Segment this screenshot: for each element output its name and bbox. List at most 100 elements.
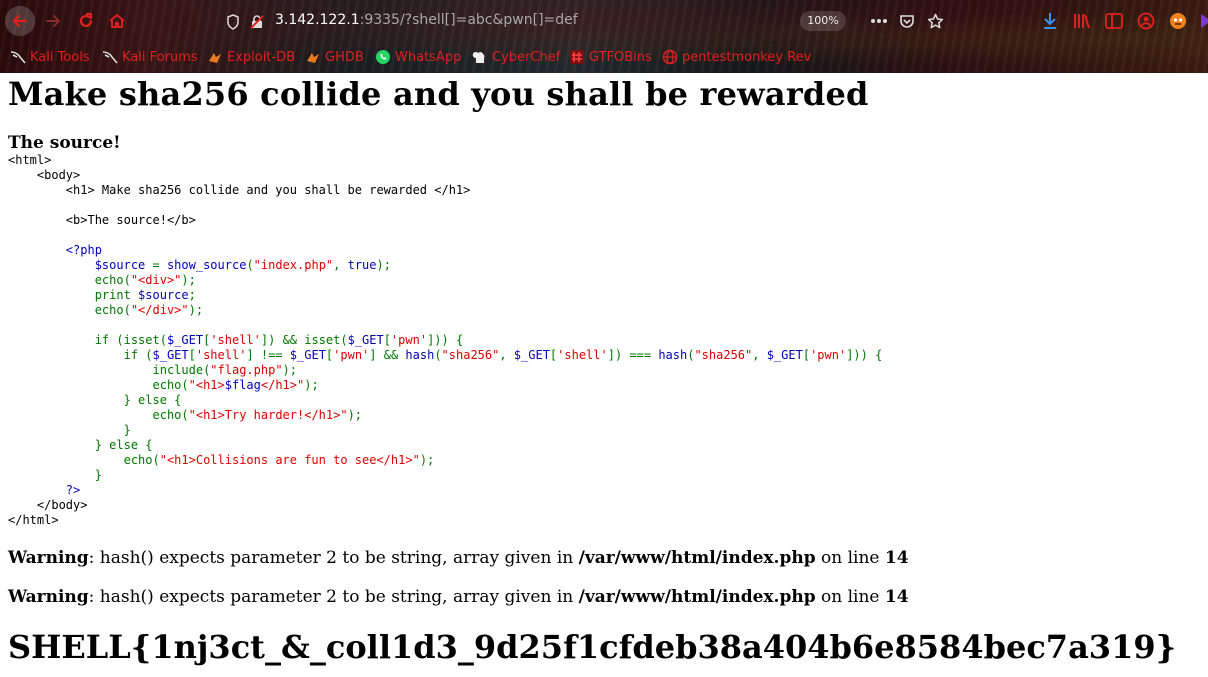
code-line: echo("<h1>Collisions are fun to see</h1>…	[8, 453, 882, 468]
code-token: ?>	[8, 483, 81, 497]
code-token: if (	[8, 348, 153, 362]
code-token: 'shell'	[557, 348, 608, 362]
bookmarks-toolbar: Kali Tools Kali Forums Exploit-DB GHDB W…	[0, 45, 1208, 69]
bookmark-label: GTFOBins	[589, 49, 652, 65]
warning-message: Warning: hash() expects parameter 2 to b…	[8, 548, 909, 568]
code-line: if ($_GET['shell'] !== $_GET['pwn'] && h…	[8, 348, 883, 363]
bookmark-label: Kali Tools	[30, 49, 90, 65]
code-token: } else {	[8, 393, 182, 407]
code-line: </html>	[8, 513, 882, 528]
code-line: print $source;	[8, 288, 882, 303]
code-token: <h1> Make sha256 collide and you shall b…	[8, 183, 471, 197]
code-token: show_source	[166, 258, 247, 272]
kali-dragon-icon	[10, 49, 26, 65]
home-button[interactable]	[102, 6, 132, 36]
bookmark-pentestmonkey[interactable]: pentestmonkey Rev	[662, 47, 811, 67]
pocket-icon[interactable]	[897, 11, 917, 31]
extension-icon[interactable]	[1168, 11, 1188, 31]
code-line: ​	[8, 198, 882, 213]
code-token: =	[152, 258, 167, 272]
code-line: <h1> Make sha256 collide and you shall b…	[8, 183, 882, 198]
code-token: "index.php"	[253, 258, 334, 272]
code-token: print	[8, 288, 139, 302]
bookmark-cyberchef[interactable]: CyberChef	[472, 47, 560, 67]
bookmark-kali-forums[interactable]: Kali Forums	[102, 47, 198, 67]
sidebar-icon[interactable]	[1104, 11, 1124, 31]
zoom-level-button[interactable]: 100%	[800, 11, 846, 31]
kali-dragon-icon	[102, 49, 118, 65]
warning-label: Warning	[8, 548, 89, 568]
warning-file: /var/www/html/index.php	[578, 548, 816, 568]
code-line: echo("<h1>$flag</h1>");	[8, 378, 882, 393]
library-icon[interactable]	[1072, 11, 1092, 31]
account-icon[interactable]	[1136, 11, 1156, 31]
code-line: <html>	[8, 153, 882, 168]
code-line: echo("<h1>Try harder!</h1>");	[8, 408, 882, 423]
code-token: </html>	[8, 513, 59, 527]
bookmark-label: GHDB	[325, 49, 364, 65]
bookmark-whatsapp[interactable]: WhatsApp	[375, 47, 461, 67]
code-token: 'pwn'	[333, 348, 370, 362]
bookmark-gtfobins[interactable]: GTFOBins	[569, 47, 652, 67]
code-token: ])) {	[427, 333, 464, 347]
code-line: } else {	[8, 393, 882, 408]
url-text[interactable]: 3.142.122.1:9335/?shell[]=abc&pwn[]=def	[275, 12, 578, 28]
code-token: <html>	[8, 153, 52, 167]
code-token: "<div>"	[130, 273, 182, 287]
downloads-icon[interactable]	[1040, 11, 1060, 31]
back-button[interactable]	[5, 6, 35, 36]
bookmark-label: CyberChef	[492, 49, 561, 65]
warning-file: /var/www/html/index.php	[578, 587, 816, 607]
page-actions-icon[interactable]	[869, 11, 889, 31]
warning-line-number: 14	[884, 587, 909, 607]
code-token: echo(	[8, 273, 131, 287]
warning-text: : hash() expects parameter 2 to be strin…	[88, 587, 579, 607]
code-token: 'shell'	[195, 348, 247, 362]
code-line: echo("</div>");	[8, 303, 882, 318]
code-token: $_GET	[166, 333, 204, 347]
code-token: );	[282, 363, 297, 377]
url-bar[interactable]: 3.142.122.1:9335/?shell[]=abc&pwn[]=def	[215, 7, 963, 35]
forward-arrow-icon	[46, 15, 60, 27]
code-line: } else {	[8, 438, 882, 453]
code-token: ] &&	[369, 348, 406, 362]
bookmark-label: WhatsApp	[395, 49, 462, 65]
code-token: "<h1>	[188, 378, 225, 392]
code-line: ​	[8, 228, 882, 243]
insecure-lock-icon[interactable]	[247, 12, 267, 32]
code-token: );	[188, 303, 204, 317]
overflow-menu-icon[interactable]	[1196, 11, 1208, 31]
warning-on-line: on line	[815, 548, 885, 568]
bookmark-exploit-db[interactable]: Exploit-DB	[207, 47, 295, 67]
code-token: ,	[333, 258, 348, 272]
ghdb-icon	[305, 49, 321, 65]
warning-text: : hash() expects parameter 2 to be strin…	[88, 548, 579, 568]
browser-chrome: 3.142.122.1:9335/?shell[]=abc&pwn[]=def …	[0, 0, 1208, 73]
code-token: "flag.php"	[210, 363, 283, 377]
bookmark-kali-tools[interactable]: Kali Tools	[10, 47, 90, 67]
code-token: [	[383, 333, 391, 347]
code-token: ,	[499, 348, 514, 362]
bookmark-star-icon[interactable]	[925, 11, 945, 31]
reload-button[interactable]	[71, 6, 101, 36]
forward-button[interactable]	[38, 6, 68, 36]
code-token: $_GET	[766, 348, 803, 362]
code-token: [	[802, 348, 811, 362]
code-token: if (isset(	[8, 333, 167, 347]
code-token: <b>The source!</b>	[8, 213, 196, 227]
code-token: $source	[8, 258, 153, 272]
shield-icon[interactable]	[223, 12, 243, 32]
code-token: (	[246, 258, 254, 272]
code-line: include("flag.php");	[8, 363, 882, 378]
code-token: <body>	[8, 168, 81, 182]
code-token: hash	[658, 348, 688, 362]
code-token: }	[8, 423, 131, 437]
code-token: "sha256"	[441, 348, 500, 362]
code-token: $_GET	[152, 348, 189, 362]
bookmark-ghdb[interactable]: GHDB	[305, 47, 364, 67]
code-line: ​	[8, 318, 882, 333]
code-token: [	[188, 348, 196, 362]
flag-heading: SHELL{1nj3ct_&_coll1d3_9d25f1cfdeb38a404…	[8, 628, 1177, 666]
globe-icon	[662, 49, 678, 65]
code-line: }	[8, 468, 882, 483]
